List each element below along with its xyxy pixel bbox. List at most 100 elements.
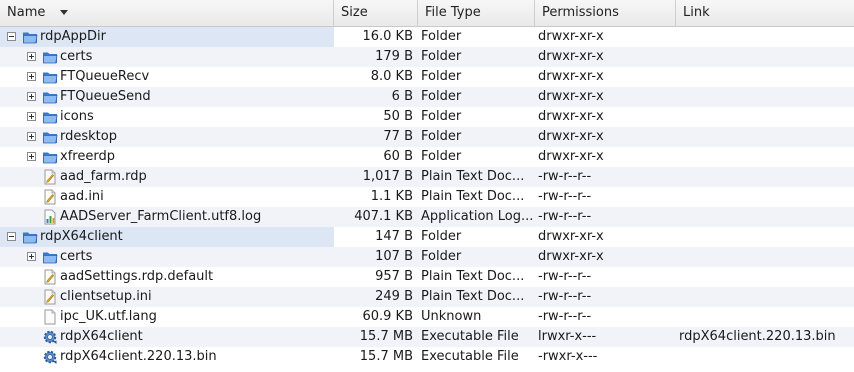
- column-header-permissions-label: Permissions: [542, 5, 619, 20]
- text-file-icon: [42, 189, 58, 205]
- blank-file-icon: [42, 309, 58, 325]
- name-cell[interactable]: FTQueueSend: [0, 87, 334, 107]
- name-cell[interactable]: aad_farm.rdp: [0, 167, 334, 187]
- name-cell[interactable]: rdpX64client: [0, 327, 334, 347]
- file-permissions: drwxr-xr-x: [538, 89, 604, 104]
- file-permissions: drwxr-xr-x: [538, 229, 604, 244]
- folder-icon: [42, 109, 58, 125]
- name-cell[interactable]: AADServer_FarmClient.utf8.log: [0, 207, 334, 227]
- file-type: Plain Text Doc...: [421, 269, 525, 284]
- folder-icon: [22, 229, 38, 245]
- file-size: 407.1 KB: [354, 209, 413, 224]
- file-permissions: drwxr-xr-x: [538, 109, 604, 124]
- link-target: [679, 207, 854, 227]
- table-row[interactable]: rdpX64client.220.13.bin 15.7 MB Executable…: [0, 347, 854, 367]
- name-cell[interactable]: xfreerdp: [0, 147, 334, 167]
- name-cell[interactable]: rdpX64client: [0, 227, 334, 247]
- file-size: 249 B: [375, 289, 413, 304]
- file-permissions: -rw-r--r--: [538, 189, 592, 204]
- link-target: [679, 287, 854, 307]
- name-cell[interactable]: certs: [0, 47, 334, 67]
- link-target: [679, 167, 854, 187]
- file-name: rdpX64client: [60, 329, 143, 344]
- table-row[interactable]: aad.ini 1.1 KB Plain Text Doc... -rw-r--r--: [0, 187, 854, 207]
- table-row[interactable]: aadSettings.rdp.default 957 B Plain Text D…: [0, 267, 854, 287]
- file-permissions: -rw-r--r--: [538, 209, 592, 224]
- table-row[interactable]: xfreerdp 60 B Folder drwxr-xr-x: [0, 147, 854, 167]
- name-cell[interactable]: ipc_UK.utf.lang: [0, 307, 334, 327]
- file-type: Unknown: [421, 309, 482, 324]
- link-target: [679, 227, 854, 247]
- column-header-permissions[interactable]: Permissions: [535, 0, 676, 26]
- file-name: AADServer_FarmClient.utf8.log: [60, 209, 262, 224]
- expand-toggle-icon[interactable]: [27, 52, 36, 61]
- file-permissions: drwxr-xr-x: [538, 49, 604, 64]
- name-cell[interactable]: icons: [0, 107, 334, 127]
- file-permissions: drwxr-xr-x: [538, 69, 604, 84]
- table-row[interactable]: FTQueueSend 6 B Folder drwxr-xr-x: [0, 87, 854, 107]
- name-cell[interactable]: rdpX64client.220.13.bin: [0, 347, 334, 367]
- file-type: Application Log...: [421, 209, 534, 224]
- file-size: 60 B: [383, 149, 413, 164]
- file-name: FTQueueRecv: [60, 69, 150, 84]
- folder-icon: [42, 69, 58, 85]
- expand-toggle-icon[interactable]: [27, 72, 36, 81]
- collapse-toggle-icon[interactable]: [7, 32, 16, 41]
- file-size: 6 B: [391, 89, 413, 104]
- table-row[interactable]: AADServer_FarmClient.utf8.log 407.1 KB App…: [0, 207, 854, 227]
- file-type: Plain Text Doc...: [421, 289, 525, 304]
- expand-toggle-icon[interactable]: [27, 132, 36, 141]
- table-row[interactable]: clientsetup.ini 249 B Plain Text Doc... -rw…: [0, 287, 854, 307]
- name-cell[interactable]: certs: [0, 247, 334, 267]
- table-row[interactable]: certs 179 B Folder drwxr-xr-x: [0, 47, 854, 67]
- file-name: rdpAppDir: [40, 29, 106, 44]
- table-row[interactable]: rdesktop 77 B Folder drwxr-xr-x: [0, 127, 854, 147]
- table-row[interactable]: certs 107 B Folder drwxr-xr-x: [0, 247, 854, 267]
- name-cell[interactable]: rdesktop: [0, 127, 334, 147]
- file-permissions: drwxr-xr-x: [538, 149, 604, 164]
- file-type: Folder: [421, 149, 462, 164]
- expand-toggle-icon[interactable]: [27, 252, 36, 261]
- file-name: certs: [60, 49, 93, 64]
- column-header-bar: Name Size File Type Permissions Link: [0, 0, 854, 27]
- file-size: 179 B: [375, 49, 413, 64]
- link-target: [679, 187, 854, 207]
- file-size: 15.7 MB: [359, 349, 413, 364]
- name-cell[interactable]: FTQueueRecv: [0, 67, 334, 87]
- executable-icon: [42, 329, 58, 345]
- expand-toggle-icon[interactable]: [27, 152, 36, 161]
- table-row[interactable]: rdpAppDir 16.0 KB Folder drwxr-xr-x: [0, 27, 854, 47]
- name-cell[interactable]: rdpAppDir: [0, 27, 334, 47]
- table-row[interactable]: aad_farm.rdp 1,017 B Plain Text Doc... -rw-…: [0, 167, 854, 187]
- column-header-link[interactable]: Link: [676, 0, 854, 26]
- table-row[interactable]: FTQueueRecv 8.0 KB Folder drwxr-xr-x: [0, 67, 854, 87]
- file-name: aad.ini: [60, 189, 104, 204]
- name-cell[interactable]: aad.ini: [0, 187, 334, 207]
- table-row[interactable]: rdpX64client 15.7 MB Executable File lrwxr-…: [0, 327, 854, 347]
- column-header-size[interactable]: Size: [334, 0, 418, 26]
- collapse-toggle-icon[interactable]: [7, 232, 16, 241]
- executable-icon: [42, 349, 58, 365]
- file-type: Folder: [421, 249, 462, 264]
- column-header-file-type[interactable]: File Type: [418, 0, 535, 26]
- file-permissions: drwxr-xr-x: [538, 29, 604, 44]
- table-row[interactable]: ipc_UK.utf.lang 60.9 KB Unknown -rw-r--r--: [0, 307, 854, 327]
- file-tree-view[interactable]: Name Size File Type Permissions Link rdp…: [0, 0, 854, 366]
- file-type: Folder: [421, 229, 462, 244]
- file-type: Executable File: [421, 349, 519, 364]
- file-name: rdesktop: [60, 129, 117, 144]
- expand-toggle-icon[interactable]: [27, 112, 36, 121]
- link-target: [679, 47, 854, 67]
- column-header-link-label: Link: [683, 5, 710, 20]
- table-row[interactable]: rdpX64client 147 B Folder drwxr-xr-x: [0, 227, 854, 247]
- expand-toggle-icon[interactable]: [27, 92, 36, 101]
- name-cell[interactable]: aadSettings.rdp.default: [0, 267, 334, 287]
- file-type: Folder: [421, 89, 462, 104]
- name-cell[interactable]: clientsetup.ini: [0, 287, 334, 307]
- link-target: [679, 67, 854, 87]
- column-header-name[interactable]: Name: [0, 0, 334, 26]
- table-row[interactable]: icons 50 B Folder drwxr-xr-x: [0, 107, 854, 127]
- file-size: 147 B: [375, 229, 413, 244]
- file-name: clientsetup.ini: [60, 289, 152, 304]
- link-target: [679, 107, 854, 127]
